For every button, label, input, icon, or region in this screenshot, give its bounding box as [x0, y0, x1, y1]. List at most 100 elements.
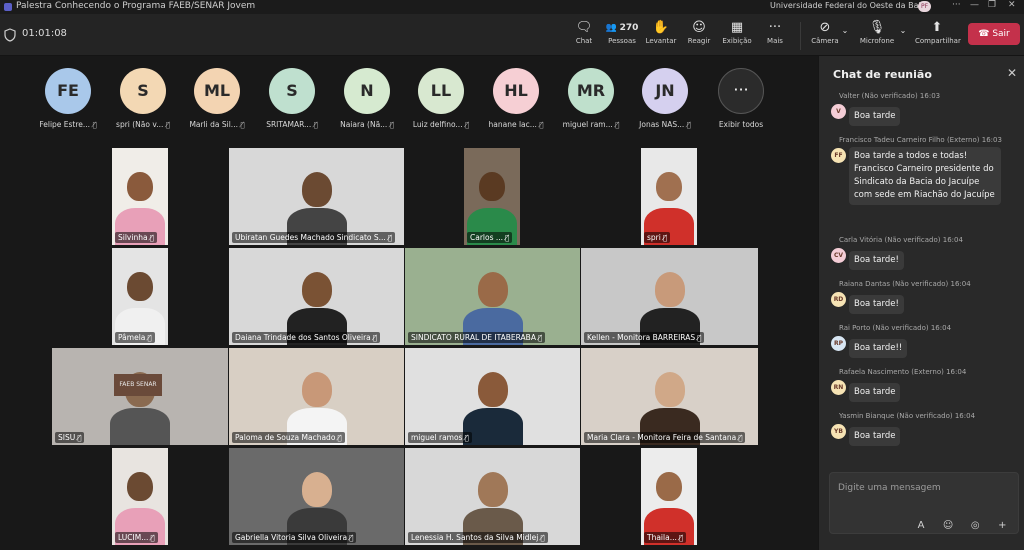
message-bubble: Boa tarde [849, 427, 901, 446]
format-icon[interactable]: A [910, 520, 932, 531]
video-tile-name: spri 🎙̸ [644, 232, 671, 243]
participant-name: Felipe Estre... [39, 120, 91, 129]
window-title-bar: Palestra Conhecendo o Programa FAEB/SENA… [0, 0, 1024, 14]
chat-button[interactable]: 🗨 Chat [564, 19, 604, 53]
mic-muted-icon: 🎙̸ [165, 121, 170, 129]
meeting-toolbar: 01:01:08 🗨 Chat 👥 270 Pessoas ✋ Levantar… [0, 14, 1024, 56]
chat-message[interactable]: Rai Porto (Não verificado) 16:04 RP Boa ta… [831, 324, 1021, 358]
participant-name: SRITAMAR... [266, 120, 312, 129]
message-author: Raiana Dantas (Não verificado) [839, 280, 949, 288]
organization-name[interactable]: Universidade Federal do Oeste da Bahia [770, 1, 931, 10]
mic-muted-icon: 🎙̸ [147, 334, 152, 342]
people-button[interactable]: 👥 270 Pessoas [602, 19, 642, 53]
video-tile[interactable]: Thaila... 🎙̸ [641, 448, 697, 545]
participant-name: miguel ram... [562, 120, 613, 129]
ellipsis-icon[interactable]: ··· [952, 0, 961, 10]
mic-muted-icon: 🎙̸ [464, 434, 469, 442]
mic-muted-icon: 🎙̸ [349, 534, 354, 542]
video-tile[interactable]: Pâmela 🎙̸ [112, 248, 168, 345]
video-tile-name: Thaila... 🎙̸ [644, 532, 687, 543]
mic-muted-icon: 🎙̸ [92, 121, 97, 129]
react-button[interactable]: ☺ Reagir [679, 19, 719, 53]
send-icon[interactable]: ➤ [1018, 520, 1024, 531]
video-tile[interactable]: Lenessia H. Santos da Silva Midlej 🎙̸ [405, 448, 580, 545]
video-tile-name: Kellen - Monitora BARREIRAS 🎙̸ [584, 332, 705, 343]
video-tile[interactable]: SINDICATO RURAL DE ITABERABA 🎙̸ [405, 248, 580, 345]
leave-button[interactable]: ☎ Sair [968, 23, 1020, 45]
show-all-button[interactable]: ··· Exibir todos [704, 68, 778, 129]
chat-message[interactable]: Yasmin Bianque (Não verificado) 16:04 YB B… [831, 412, 1021, 446]
share-button[interactable]: ⬆ Compartilhar [915, 19, 961, 53]
add-icon[interactable]: + [991, 520, 1013, 531]
tile-name-text: Paloma de Souza Machado [235, 433, 336, 442]
tile-name-text: miguel ramos [411, 433, 463, 442]
participant-avatar[interactable]: MR miguel ram... 🎙̸ [554, 68, 628, 129]
view-button[interactable]: ▦ Exibição [717, 19, 757, 53]
participant-avatar[interactable]: Sspri (Não v... 🎙̸ [106, 68, 180, 129]
participant-avatar[interactable]: FE Felipe Estre... 🎙̸ [31, 68, 105, 129]
more-dots-icon: ··· [718, 68, 764, 114]
mic-muted-icon: 🎙̸ [686, 121, 691, 129]
participant-avatar[interactable]: LL Luiz delfino... 🎙̸ [404, 68, 478, 129]
mic-muted-icon: 🎙̸ [678, 534, 684, 542]
tile-name-text: Thaila... [647, 533, 677, 542]
grid-view-icon: ▦ [730, 20, 744, 35]
account-avatar[interactable]: PF [918, 1, 931, 12]
video-tile[interactable]: Maria Clara - Monitora Feira de Santana 🎙… [581, 348, 758, 445]
emoji-icon[interactable]: ☺ [937, 520, 959, 531]
video-tile-name: Maria Clara - Monitora Feira de Santana 🎙… [584, 432, 746, 443]
participant-avatar[interactable]: N Naiara (Nã... 🎙̸ [330, 68, 404, 129]
participant-name: hanane lac... [488, 120, 537, 129]
minimize-icon[interactable]: — [970, 0, 979, 10]
camera-chevron-down-icon[interactable]: ⌄ [838, 26, 852, 60]
chat-message[interactable]: Francisco Tadeu Carneiro Filho (Externo)… [831, 136, 1021, 205]
video-tile[interactable]: Silvinha 🎙̸ [112, 148, 168, 245]
meeting-stage: FE Felipe Estre... 🎙̸ Sspri (Não v... 🎙̸ ML… [0, 56, 818, 550]
video-tile[interactable]: LUCIM... 🎙̸ [112, 448, 168, 545]
author-avatar: V [831, 104, 846, 119]
participant-body [110, 408, 170, 445]
chat-message[interactable]: Raiana Dantas (Não verificado) 16:04 RD Bo… [831, 280, 1021, 314]
message-bubble: Boa tarde!! [849, 339, 908, 358]
participant-avatar[interactable]: ML Marli da Sil... 🎙̸ [180, 68, 254, 129]
participant-avatar[interactable]: S SRITAMAR... 🎙̸ [255, 68, 329, 129]
chat-message[interactable]: Rafaela Nascimento (Externo) 16:04 RN Boa … [831, 368, 1021, 402]
message-time: 16:04 [942, 236, 963, 244]
chat-message[interactable]: Valter (Não verificado) 16:03 V Boa tarde [831, 92, 1021, 126]
video-tile[interactable]: Paloma de Souza Machado 🎙̸ [229, 348, 404, 445]
microphone-button[interactable]: 🎙 Microfone [857, 19, 897, 53]
video-tile[interactable]: Gabriella Vitoria Silva Oliveira 🎙̸ [229, 448, 404, 545]
close-icon[interactable]: ✕ [1007, 66, 1017, 80]
video-tile[interactable]: spri 🎙̸ [641, 148, 697, 245]
participant-avatar[interactable]: HL hanane lac... 🎙̸ [479, 68, 553, 129]
tile-name-text: Lenessia H. Santos da Silva Midlej [411, 533, 539, 542]
participant-face [477, 272, 508, 307]
mic-chevron-down-icon[interactable]: ⌄ [896, 26, 910, 60]
video-tile[interactable]: miguel ramos 🎙̸ [405, 348, 580, 445]
toolbar-divider [800, 22, 801, 50]
compose-box[interactable]: Digite uma mensagem A ☺ ◎ + ➤ [829, 472, 1019, 534]
mic-muted-icon: 🎙̸ [540, 534, 545, 542]
video-tile[interactable]: Ubiratan Guedes Machado Sindicato S... 🎙̸ [229, 148, 404, 245]
participant-avatar[interactable]: JN Jonas NAS... 🎙̸ [628, 68, 702, 129]
mic-muted-icon: 🎙̸ [662, 234, 668, 242]
mic-muted-icon: 🎙̸ [615, 121, 620, 129]
mic-muted-icon: 🎙̸ [505, 234, 510, 242]
video-tile[interactable]: Daiana Trindade dos Santos Oliveira 🎙̸ [229, 248, 404, 345]
people-icon: 👥 270 [605, 23, 639, 33]
mic-muted-icon: 🎙̸ [539, 121, 544, 129]
maximize-icon[interactable]: ❐ [988, 0, 996, 10]
participant-name: Naiara (Nã... [340, 120, 388, 129]
close-window-icon[interactable]: ✕ [1008, 0, 1016, 10]
more-button[interactable]: ··· Mais [755, 19, 795, 53]
raise-hand-button[interactable]: ✋ Levantar [641, 19, 681, 53]
sticker-icon[interactable]: ◎ [964, 520, 986, 531]
video-tile[interactable]: Carlos ... 🎙̸ [464, 148, 520, 245]
message-bubble: Boa tarde [849, 383, 901, 402]
mic-off-icon: 🎙 [868, 20, 886, 35]
video-tile[interactable]: Kellen - Monitora BARREIRAS 🎙̸ [581, 248, 758, 345]
message-input[interactable]: Digite uma mensagem [838, 483, 941, 493]
chat-message[interactable]: Carla Vitória (Não verificado) 16:04 CV Bo… [831, 236, 1021, 270]
participant-face [127, 172, 153, 202]
video-tile[interactable]: FAEB SENAR SISU 🎙̸ [52, 348, 228, 445]
